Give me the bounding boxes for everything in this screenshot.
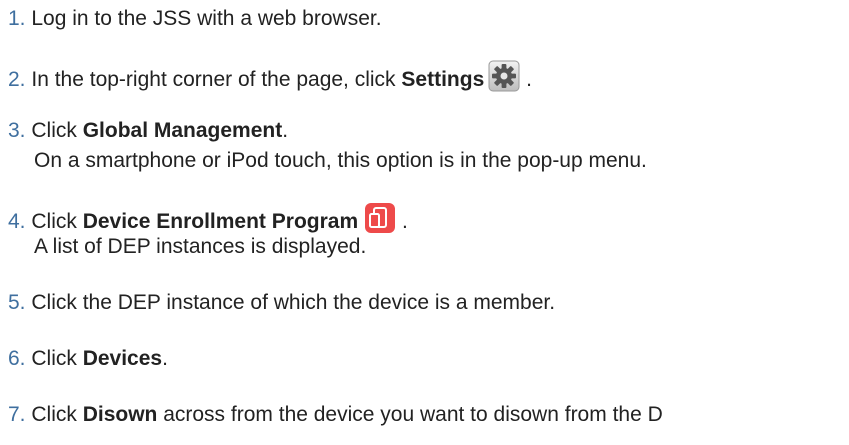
step-text-suffix: .: [282, 119, 289, 142]
step-number: 5.: [8, 291, 26, 314]
step-number: 2.: [8, 68, 26, 91]
step-1: 1. Log in to the JSS with a web browser.: [8, 4, 382, 34]
disown-label: Disown: [82, 403, 158, 426]
step-text-prefix: Click: [31, 403, 83, 426]
step-3-note: On a smartphone or iPod touch, this opti…: [34, 149, 647, 172]
settings-label: Settings: [401, 68, 485, 91]
step-3: 3. Click Global Management.: [8, 116, 288, 146]
step-4-note: A list of DEP instances is displayed.: [34, 235, 367, 258]
step-text-prefix: In the top-right corner of the page, cli…: [31, 68, 402, 91]
step-6: 6. Click Devices.: [8, 344, 168, 374]
step-text-prefix: Click: [31, 119, 83, 142]
step-2: 2. In the top-right corner of the page, …: [8, 60, 532, 95]
global-management-label: Global Management: [82, 119, 283, 142]
step-text: Log in to the JSS with a web browser.: [31, 7, 382, 30]
step-number: 4.: [8, 210, 26, 233]
step-text-prefix: Click: [31, 210, 83, 233]
step-number: 1.: [8, 7, 26, 30]
step-7: 7. Click Disown across from the device y…: [8, 400, 663, 430]
step-text-suffix: .: [396, 210, 408, 233]
step-number: 7.: [8, 403, 26, 426]
step-number: 3.: [8, 119, 26, 142]
devices-label: Devices: [82, 347, 163, 370]
device-enrollment-program-label: Device Enrollment Program: [82, 210, 359, 233]
step-text-prefix: Click: [31, 347, 83, 370]
step-number: 6.: [8, 347, 26, 370]
step-text-suffix: .: [520, 68, 532, 91]
device-enrollment-icon: [364, 202, 396, 234]
step-text: Click the DEP instance of which the devi…: [31, 291, 556, 314]
step-text-suffix: across from the device you want to disow…: [157, 403, 663, 426]
step-5: 5. Click the DEP instance of which the d…: [8, 288, 555, 318]
step-text-suffix: .: [162, 347, 168, 370]
gear-icon: [488, 60, 520, 92]
